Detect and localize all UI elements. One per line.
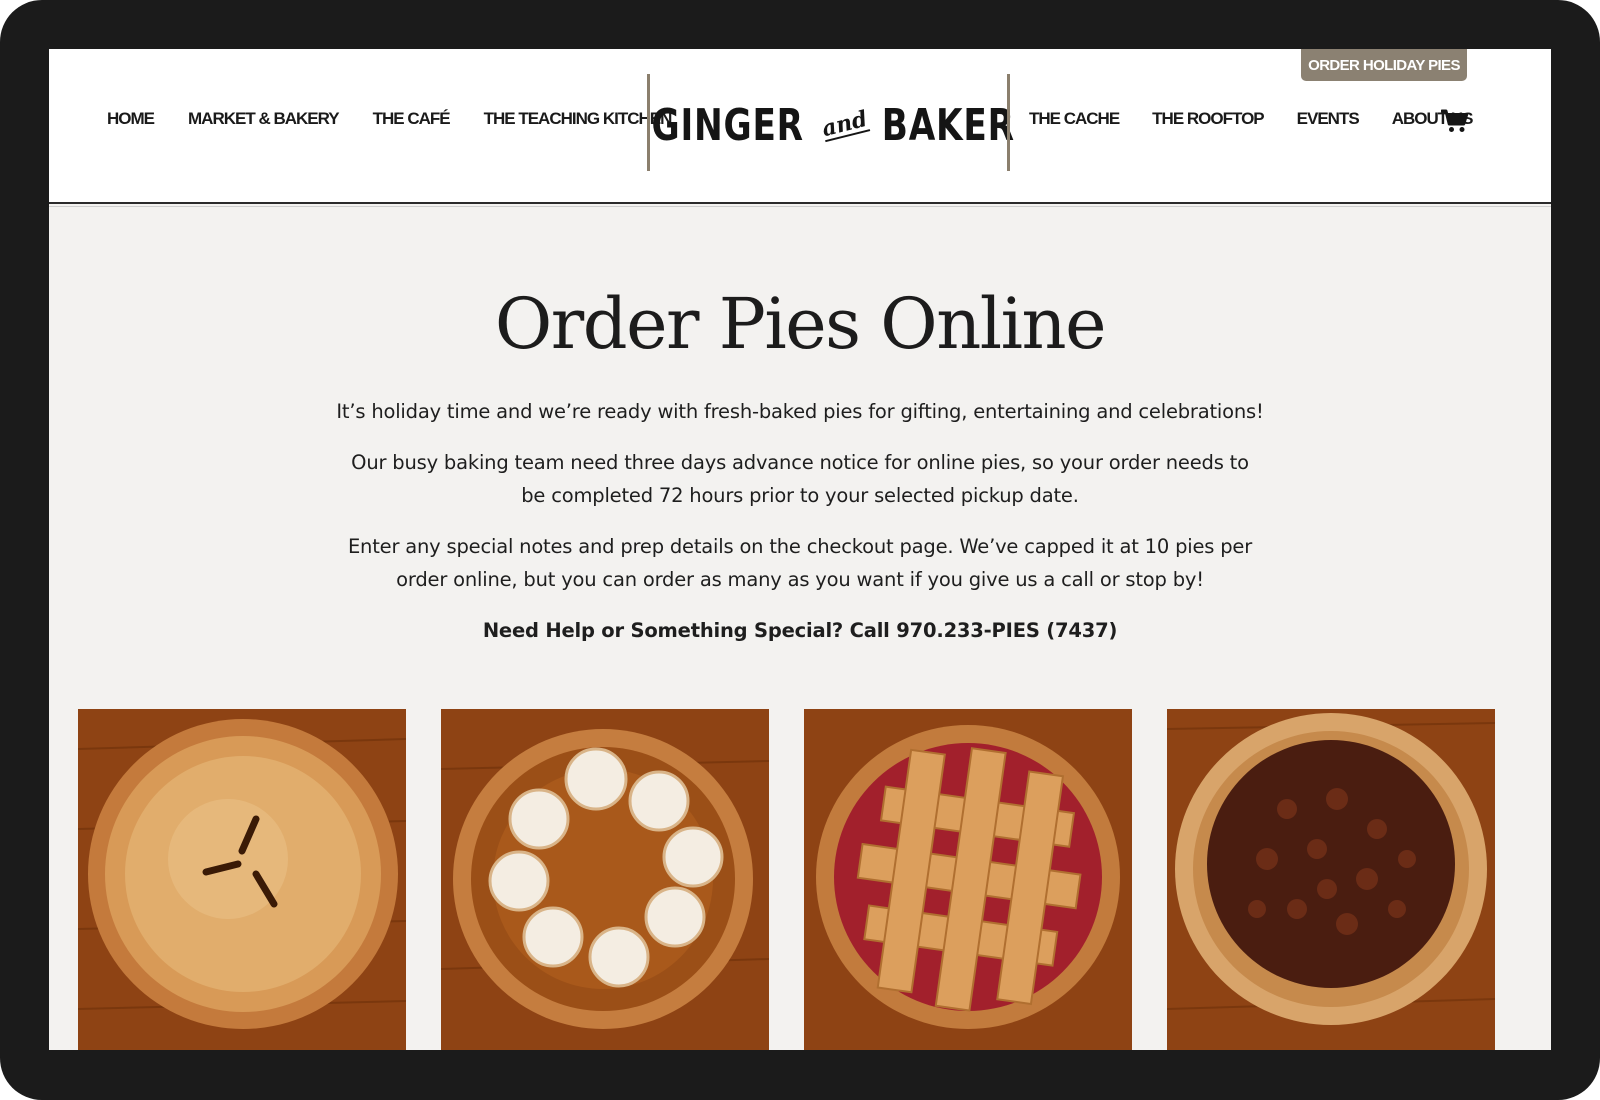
nav-the-cache[interactable]: THE CACHE: [1029, 109, 1120, 129]
lattice-cherry-pie-image: [804, 709, 1132, 1050]
primary-nav-left: HOME MARKET & BAKERY THE CAFÉ THE TEACHI…: [107, 109, 673, 129]
product-card[interactable]: [441, 709, 769, 1050]
nav-market-bakery[interactable]: MARKET & BAKERY: [188, 109, 340, 129]
nav-home[interactable]: HOME: [107, 109, 155, 129]
pie-product-grid: [78, 709, 1523, 1050]
product-card[interactable]: [804, 709, 1132, 1050]
shopping-cart-icon[interactable]: [1440, 109, 1469, 133]
browser-viewport: HOME MARKET & BAKERY THE CAFÉ THE TEACHI…: [49, 49, 1551, 1050]
nav-the-cafe[interactable]: THE CAFÉ: [373, 109, 451, 129]
nav-teaching-kitchen[interactable]: THE TEACHING KITCHEN: [484, 109, 673, 129]
device-frame: HOME MARKET & BAKERY THE CAFÉ THE TEACHI…: [0, 0, 1600, 1100]
primary-nav-right: THE CACHE THE ROOFTOP EVENTS ABOUT US: [1029, 109, 1505, 129]
pumpkin-pie-image: [441, 709, 769, 1050]
nav-events[interactable]: EVENTS: [1297, 109, 1360, 129]
site-header: HOME MARKET & BAKERY THE CAFÉ THE TEACHI…: [49, 49, 1551, 207]
logo-word-baker: BAKER: [881, 99, 1016, 151]
nav-the-rooftop[interactable]: THE ROOFTOP: [1152, 109, 1264, 129]
product-card[interactable]: [78, 709, 406, 1050]
pecan-pie-image: [1167, 709, 1495, 1050]
product-card[interactable]: [1167, 709, 1495, 1050]
order-holiday-pies-button[interactable]: ORDER HOLIDAY PIES: [1301, 49, 1467, 81]
intro-paragraph: It’s holiday time and we’re ready with f…: [336, 400, 1264, 423]
logo-word-ginger: GINGER: [651, 99, 805, 151]
nav-divider-left: [647, 74, 650, 171]
help-phone-text: Need Help or Something Special? Call 970…: [482, 619, 1118, 642]
double-crust-pie-image: [78, 709, 406, 1050]
nav-divider-right: [1007, 74, 1010, 171]
notice-paragraph: Our busy baking team need three days adv…: [351, 451, 1249, 507]
page-title: Order Pies Online: [494, 283, 1107, 365]
logo-word-and: and: [818, 105, 870, 143]
order-limit-paragraph: Enter any special notes and prep details…: [347, 535, 1253, 591]
ginger-and-baker-logo[interactable]: GINGER and BAKER: [652, 97, 1015, 153]
main-content: Order Pies Online It’s holiday time and …: [49, 205, 1551, 647]
